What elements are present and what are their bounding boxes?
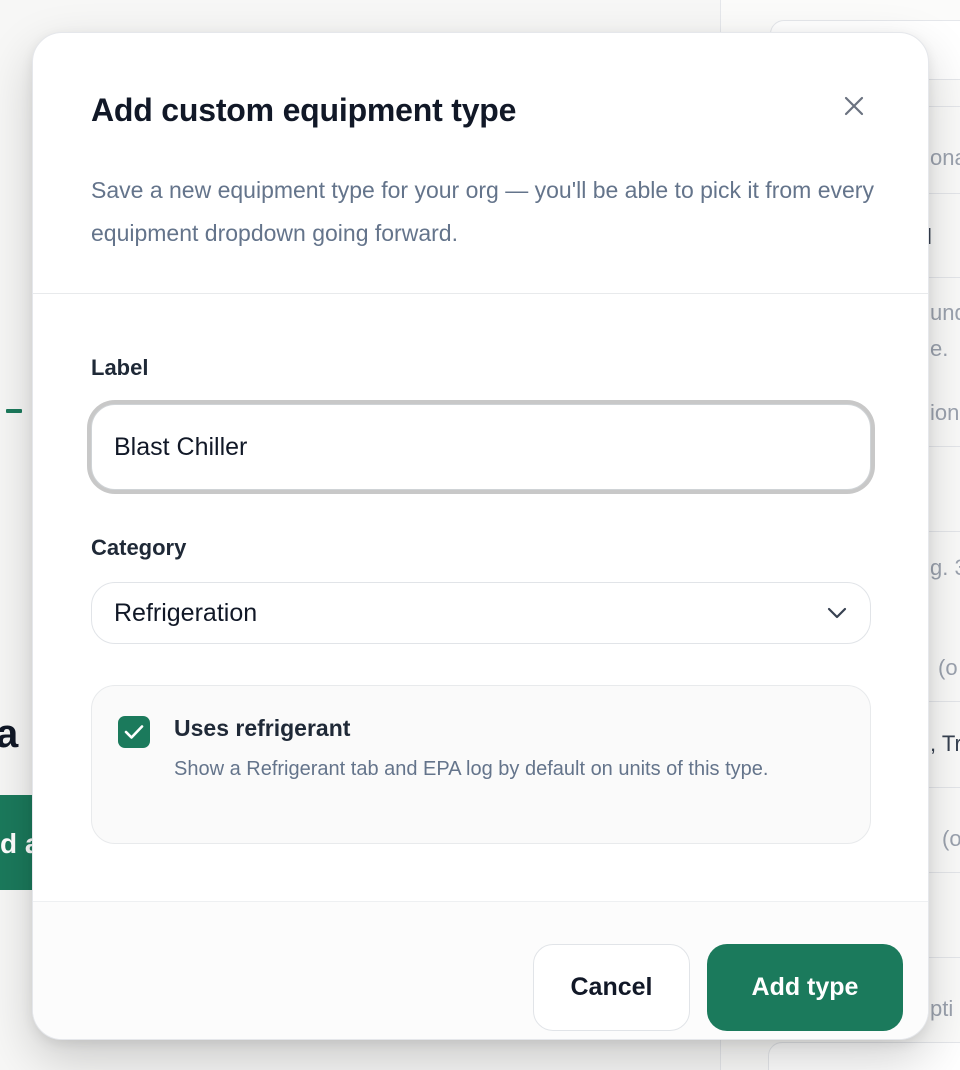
background-accent-dash [6, 409, 22, 413]
background-text: (o [942, 826, 960, 851]
uses-refrigerant-description: Show a Refrigerant tab and EPA log by de… [174, 758, 769, 780]
background-text: ion [930, 400, 960, 425]
background-heading-fragment: a [0, 712, 19, 756]
background-text: ona [930, 145, 960, 170]
add-type-button[interactable]: Add type [707, 944, 903, 1031]
background-text: e. [930, 336, 949, 361]
background-text: , Tr [930, 731, 960, 756]
uses-refrigerant-title: Uses refrigerant [174, 715, 351, 741]
dialog-header: Add custom equipment type Save a new equ… [33, 33, 928, 294]
checkmark-icon [124, 725, 144, 739]
uses-refrigerant-checkbox[interactable] [118, 716, 150, 748]
label-input[interactable] [91, 404, 871, 490]
uses-refrigerant-option: Uses refrigerant Show a Refrigerant tab … [91, 685, 871, 844]
background-text: und [930, 300, 960, 325]
background-text: pti [930, 996, 954, 1021]
category-field-label: Category [91, 535, 187, 560]
dialog-description: Save a new equipment type for your org —… [91, 177, 874, 246]
background-text: g. 3 [930, 555, 960, 580]
close-button[interactable] [839, 91, 869, 121]
cancel-button[interactable]: Cancel [533, 944, 690, 1031]
label-field-label: Label [91, 355, 149, 380]
close-icon [844, 96, 864, 116]
chevron-down-icon [826, 602, 848, 624]
add-equipment-type-dialog: Add custom equipment type Save a new equ… [32, 32, 929, 1040]
category-select[interactable]: Refrigeration [91, 582, 871, 644]
background-field [768, 1042, 960, 1070]
category-selected-value: Refrigeration [114, 598, 258, 627]
dialog-footer: Cancel Add type [33, 901, 928, 1039]
background-text: (o [938, 655, 958, 680]
dialog-title: Add custom equipment type [91, 92, 517, 128]
